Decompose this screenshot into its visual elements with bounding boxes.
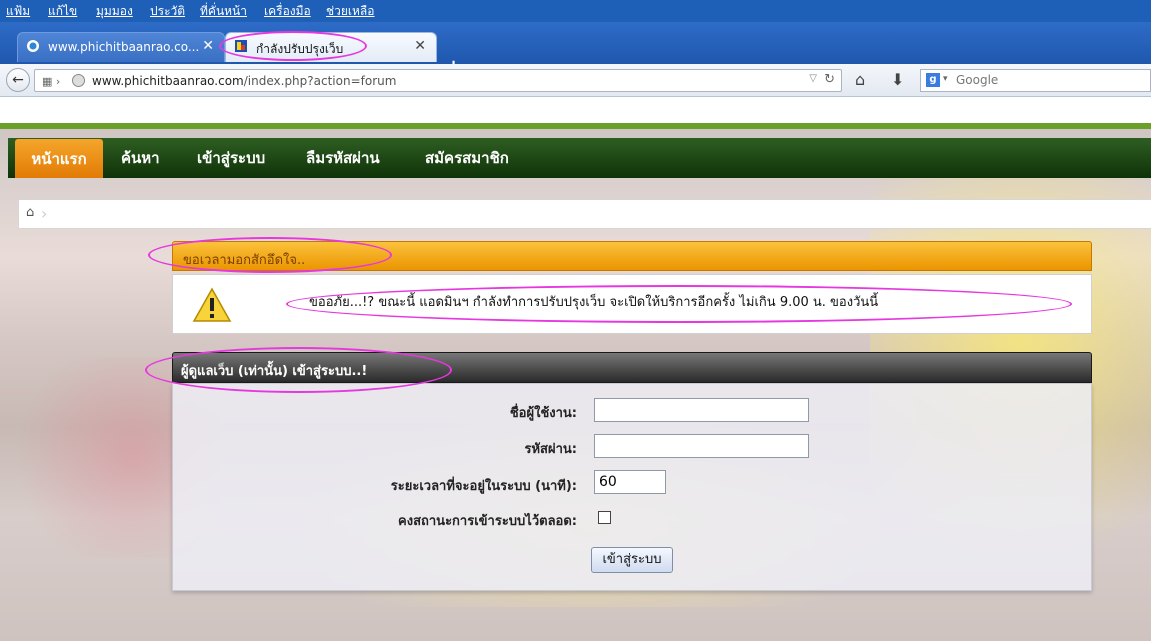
breadcrumb: ⌂ › [18, 199, 1151, 229]
nav-home[interactable]: หน้าแรก [15, 139, 103, 178]
nav-register[interactable]: สมัครสมาชิก [425, 138, 509, 178]
reload-icon[interactable]: ↻ [824, 72, 835, 87]
menu-bar: แฟ้ม แก้ไข มุมมอง ประวัติ ที่คั่นหน้า เค… [0, 0, 1151, 22]
tab-close-icon[interactable]: ✕ [202, 38, 214, 54]
tab-title: www.phichitbaanrao.co... [48, 40, 200, 54]
download-icon[interactable]: ⬇ [891, 70, 904, 89]
nav-login[interactable]: เข้าสู่ระบบ [197, 138, 265, 178]
search-bar[interactable]: g ▾ Google [920, 69, 1151, 92]
google-icon[interactable]: g [926, 73, 940, 87]
username-label: ชื่อผู้ใช้งาน: [509, 406, 577, 421]
menu-file[interactable]: แฟ้ม [6, 2, 30, 21]
identity-icon[interactable]: ▦ › [42, 75, 60, 88]
menu-tools[interactable]: เครื่องมือ [264, 2, 311, 21]
pb-favicon [235, 40, 247, 52]
nav-search[interactable]: ค้นหา [121, 138, 160, 178]
url-text: www.phichitbaanrao.com/index.php?action=… [92, 74, 397, 88]
alert-header: ขอเวลามอกสักอึดใจ.. [172, 241, 1092, 271]
search-placeholder: Google [956, 73, 999, 87]
stay-logged-in-label: คงสถานะการเข้าระบบไว้ตลอด: [398, 514, 577, 529]
menu-bookmarks[interactable]: ที่คั่นหน้า [200, 2, 247, 21]
warning-icon [192, 287, 232, 322]
url-dropdown-icon[interactable]: ▽ [809, 73, 817, 84]
nav-forgot-password[interactable]: ลืมรหัสผ่าน [306, 138, 380, 178]
globe-icon [27, 40, 39, 52]
alert-body: ขออภัย...!? ขณะนี้ แอดมินฯ กำลังทำการปรั… [172, 274, 1092, 334]
tab-strip: www.phichitbaanrao.co... ✕ กำลังปรับปรุง… [0, 22, 1151, 77]
password-label: รหัสผ่าน: [524, 442, 578, 457]
menu-help[interactable]: ช่วยเหลือ [326, 2, 375, 21]
stay-logged-in-checkbox[interactable] [598, 511, 611, 524]
password-field[interactable] [594, 434, 809, 458]
back-icon[interactable]: ← [6, 68, 30, 92]
home-icon[interactable]: ⌂ [855, 70, 865, 89]
chevron-down-icon[interactable]: ▾ [943, 74, 948, 84]
alert-title: ขอเวลามอกสักอึดใจ.. [183, 253, 306, 268]
header-strip [0, 123, 1151, 129]
duration-label: ระยะเวลาที่จะอยู่ในระบบ (นาที): [390, 479, 577, 494]
tab-title: กำลังปรับปรุงเว็บ [256, 42, 344, 56]
login-header: ผู้ดูแลเว็บ (เท่านั้น) เข้าสู่ระบบ..! [172, 352, 1092, 383]
home-icon[interactable]: ⌂ [26, 205, 34, 220]
globe-icon [72, 74, 85, 87]
menu-history[interactable]: ประวัติ [150, 2, 185, 21]
login-button[interactable]: เข้าสู่ระบบ [591, 547, 673, 573]
alert-message: ขออภัย...!? ขณะนี้ แอดมินฯ กำลังทำการปรั… [309, 295, 879, 310]
username-field[interactable] [594, 398, 809, 422]
tab-maintenance[interactable]: กำลังปรับปรุงเว็บ ✕ [225, 32, 437, 62]
tab-phichitbaanrao[interactable]: www.phichitbaanrao.co... ✕ [17, 32, 225, 62]
url-bar[interactable]: ▦ › www.phichitbaanrao.com/index.php?act… [34, 69, 842, 92]
login-title: ผู้ดูแลเว็บ (เท่านั้น) เข้าสู่ระบบ..! [181, 364, 368, 379]
tab-close-icon[interactable]: ✕ [414, 38, 426, 54]
menu-edit[interactable]: แก้ไข [48, 2, 77, 21]
menu-view[interactable]: มุมมอง [96, 2, 133, 21]
site-nav: หน้าแรก ค้นหา เข้าสู่ระบบ ลืมรหัสผ่าน สม… [8, 138, 1151, 178]
duration-field[interactable] [594, 470, 666, 494]
chevron-right-icon: › [41, 204, 48, 223]
login-form: ชื่อผู้ใช้งาน: รหัสผ่าน: ระยะเวลาที่จะอย… [172, 383, 1092, 591]
